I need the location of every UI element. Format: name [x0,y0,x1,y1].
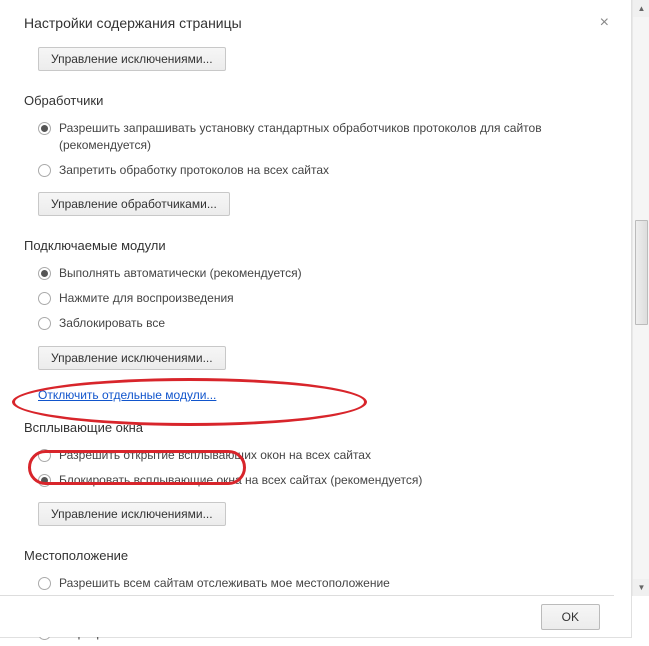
radio-icon[interactable] [38,122,51,135]
scroll-up-icon[interactable]: ▲ [633,0,649,17]
radio-label[interactable]: Выполнять автоматически (рекомендуется) [59,265,302,282]
section-title-plugins: Подключаемые модули [24,238,613,253]
scroll-down-icon[interactable]: ▼ [633,579,649,596]
ok-button[interactable]: OK [541,604,600,630]
manage-handlers-button[interactable]: Управление обработчиками... [38,192,230,216]
radio-row[interactable]: Запретить обработку протоколов на всех с… [38,158,613,183]
radio-icon[interactable] [38,577,51,590]
radio-icon[interactable] [38,449,51,462]
dialog-title: Настройки содержания страницы [24,15,242,31]
radio-icon[interactable] [38,292,51,305]
radio-group-popups: Разрешить открытие всплывающих окон на в… [24,443,613,493]
radio-row[interactable]: Выполнять автоматически (рекомендуется) [38,261,613,286]
manage-popups-exceptions-button[interactable]: Управление исключениями... [38,502,226,526]
manage-exceptions-top-button[interactable]: Управление исключениями... [38,47,226,71]
section-title-handlers: Обработчики [24,93,613,108]
radio-row[interactable]: Разрешить запрашивать установку стандарт… [38,116,613,158]
radio-label[interactable]: Заблокировать все [59,315,165,332]
radio-label[interactable]: Разрешить открытие всплывающих окон на в… [59,447,371,464]
radio-row[interactable]: Разрешить всем сайтам отслеживать мое ме… [38,571,613,596]
radio-row[interactable]: Нажмите для воспроизведения [38,286,613,311]
disable-plugins-link[interactable]: Отключить отдельные модули... [38,388,216,402]
radio-icon[interactable] [38,317,51,330]
radio-icon[interactable] [38,164,51,177]
radio-label[interactable]: Нажмите для воспроизведения [59,290,234,307]
dialog-header: Настройки содержания страницы × [0,0,631,43]
scrollbar[interactable]: ▲ ▼ [632,0,649,596]
radio-label[interactable]: Разрешить всем сайтам отслеживать мое ме… [59,575,390,592]
radio-row[interactable]: Блокировать всплывающие окна на всех сай… [38,468,613,493]
content-settings-dialog: Настройки содержания страницы × Управлен… [0,0,632,638]
radio-label[interactable]: Запретить обработку протоколов на всех с… [59,162,329,179]
radio-label[interactable]: Разрешить запрашивать установку стандарт… [59,120,613,154]
radio-group-plugins: Выполнять автоматически (рекомендуется) … [24,261,613,335]
manage-plugins-exceptions-button[interactable]: Управление исключениями... [38,346,226,370]
close-icon[interactable]: × [596,15,613,31]
dialog-footer: OK [0,595,614,637]
dialog-body: Управление исключениями... Обработчики Р… [0,43,631,646]
section-title-popups: Всплывающие окна [24,420,613,435]
radio-group-handlers: Разрешить запрашивать установку стандарт… [24,116,613,182]
radio-icon[interactable] [38,267,51,280]
radio-label[interactable]: Блокировать всплывающие окна на всех сай… [59,472,422,489]
radio-row[interactable]: Заблокировать все [38,311,613,336]
radio-row[interactable]: Разрешить открытие всплывающих окон на в… [38,443,613,468]
scrollbar-thumb[interactable] [635,220,648,325]
radio-icon[interactable] [38,474,51,487]
section-title-location: Местоположение [24,548,613,563]
